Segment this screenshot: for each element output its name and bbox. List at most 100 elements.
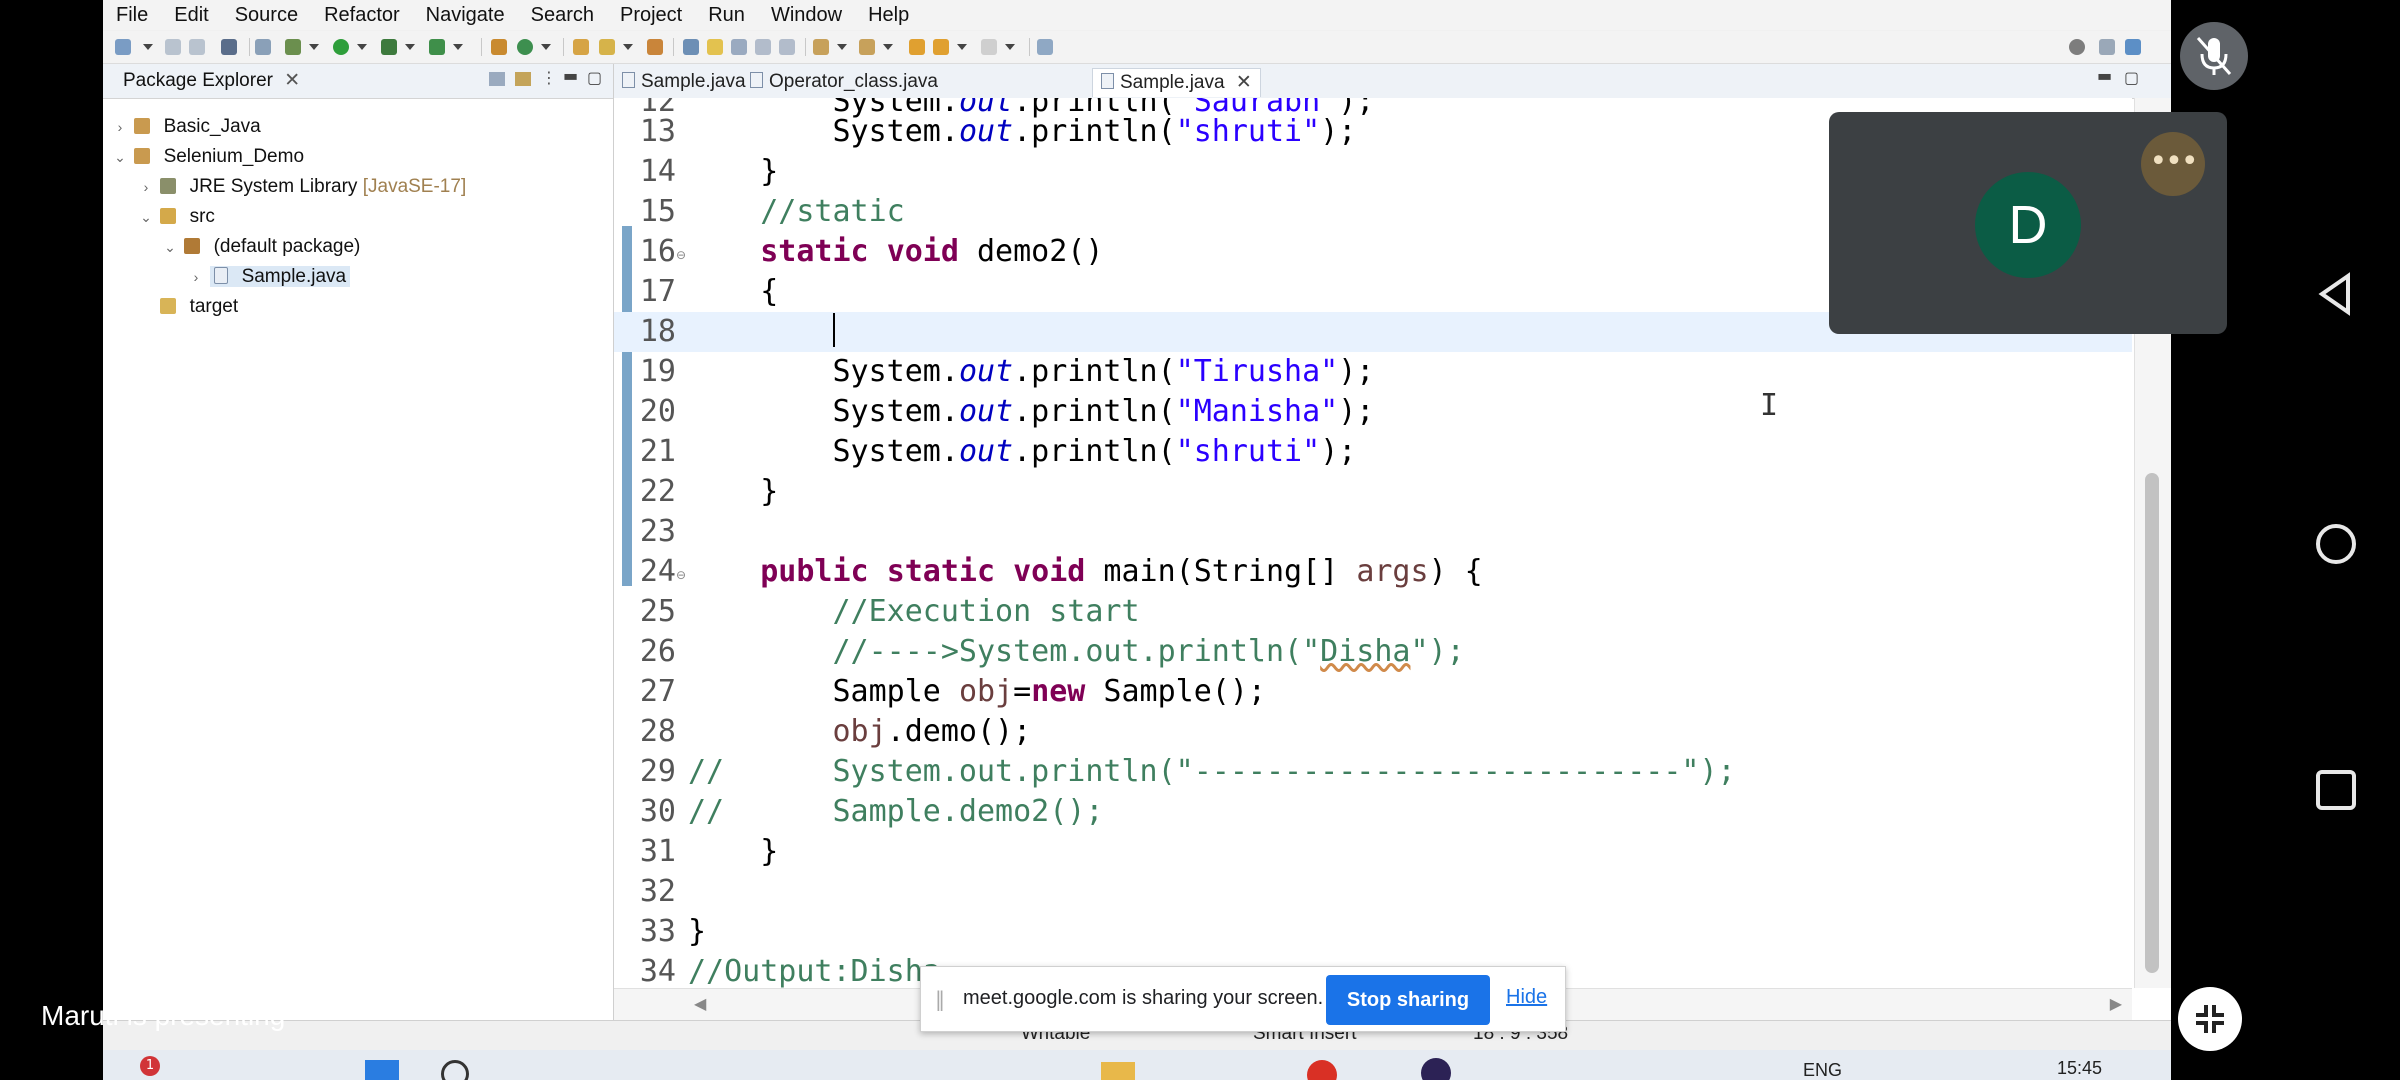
tree-item-selenium-demo[interactable]: ⌄ Selenium_Demo: [111, 142, 304, 172]
menu-help[interactable]: Help: [855, 0, 922, 30]
chevron-down-icon[interactable]: ⌄: [137, 202, 155, 232]
chevron-right-icon[interactable]: ›: [111, 112, 129, 142]
mic-muted-button[interactable]: [2180, 22, 2248, 90]
scroll-right-icon[interactable]: ▶: [2110, 994, 2122, 1013]
close-icon[interactable]: ✕: [1236, 72, 1252, 93]
tab-sample-java[interactable]: Sample.java: [614, 68, 754, 96]
file-explorer-icon[interactable]: [1101, 1062, 1135, 1080]
maximize-icon[interactable]: ▢: [2124, 68, 2139, 87]
chevron-down-icon[interactable]: [883, 44, 893, 50]
clock[interactable]: 15:45: [2057, 1058, 2102, 1079]
tree-item-jre-library[interactable]: › JRE System Library [JavaSE-17]: [137, 172, 467, 202]
breadcrumb-toggle-icon[interactable]: [683, 39, 699, 55]
line-number: 19: [639, 354, 676, 389]
run-icon[interactable]: [333, 39, 349, 55]
stop-sharing-button[interactable]: Stop sharing: [1326, 975, 1490, 1025]
chevron-down-icon[interactable]: [837, 44, 847, 50]
menu-window[interactable]: Window: [758, 0, 855, 30]
collapse-button[interactable]: [2178, 987, 2242, 1051]
chevron-right-icon[interactable]: ›: [187, 262, 205, 292]
skip-breakpoints-icon[interactable]: [255, 39, 271, 55]
chevron-down-icon[interactable]: [405, 44, 415, 50]
forward-icon[interactable]: [981, 39, 997, 55]
word-wrap-icon[interactable]: [755, 39, 771, 55]
chevron-right-icon[interactable]: ›: [137, 172, 155, 202]
coverage-icon[interactable]: [381, 39, 397, 55]
maximize-icon[interactable]: ▢: [587, 68, 602, 87]
next-annotation-icon[interactable]: [813, 39, 829, 55]
open-type-icon[interactable]: [573, 39, 589, 55]
menu-search[interactable]: Search: [518, 0, 607, 30]
chevron-down-icon[interactable]: [309, 44, 319, 50]
package-explorer-tab[interactable]: Package Explorer ✕ ⋮ ▬ ▢: [103, 64, 613, 99]
fold-icon[interactable]: ⊖: [676, 568, 686, 582]
external-tools-icon[interactable]: [429, 39, 445, 55]
save-all-icon[interactable]: [189, 39, 205, 55]
view-menu-icon[interactable]: ⋮: [541, 68, 557, 87]
minimize-icon[interactable]: ▬: [563, 66, 578, 85]
chevron-down-icon[interactable]: [1005, 44, 1015, 50]
recents-icon: [2316, 770, 2356, 810]
tree-item-target[interactable]: target: [137, 292, 238, 322]
recents-nav-button[interactable]: [2310, 764, 2362, 816]
mark-occurrences-icon[interactable]: [707, 39, 723, 55]
tree-item-default-package[interactable]: ⌄ (default package): [161, 232, 360, 262]
block-selection-icon[interactable]: [731, 39, 747, 55]
previous-annotation-icon[interactable]: [859, 39, 875, 55]
menu-refactor[interactable]: Refactor: [311, 0, 413, 30]
debug-icon[interactable]: [285, 39, 301, 55]
menu-file[interactable]: File: [103, 0, 161, 30]
menu-run[interactable]: Run: [695, 0, 758, 30]
java-perspective-icon[interactable]: [2125, 39, 2141, 55]
eclipse-icon[interactable]: [1421, 1058, 1451, 1080]
chevron-down-icon[interactable]: [453, 44, 463, 50]
more-options-button[interactable]: •••: [2141, 132, 2205, 196]
fold-icon[interactable]: ⊖: [676, 248, 686, 262]
tree-item-src[interactable]: ⌄ src: [137, 202, 215, 232]
menu-edit[interactable]: Edit: [161, 0, 221, 30]
chevron-down-icon[interactable]: [623, 44, 633, 50]
chrome-icon[interactable]: [1307, 1060, 1337, 1080]
save-icon[interactable]: [165, 39, 181, 55]
home-nav-button[interactable]: [2310, 518, 2362, 570]
chevron-down-icon[interactable]: [541, 44, 551, 50]
drag-handle-icon[interactable]: ‖: [935, 987, 945, 1011]
collapse-all-icon[interactable]: [489, 72, 505, 86]
chevron-down-icon[interactable]: [143, 44, 153, 50]
print-icon[interactable]: [221, 39, 237, 55]
link-with-editor-icon[interactable]: [515, 72, 531, 86]
quick-access-search-icon[interactable]: [2069, 39, 2085, 55]
language-indicator[interactable]: ENG: [1803, 1060, 1842, 1080]
minimize-icon[interactable]: ▬: [2097, 66, 2112, 85]
scrollbar-thumb[interactable]: [2145, 473, 2159, 973]
scroll-left-icon[interactable]: ◀: [694, 994, 706, 1013]
chevron-down-icon[interactable]: [957, 44, 967, 50]
open-perspective-icon[interactable]: [2099, 39, 2115, 55]
menu-navigate[interactable]: Navigate: [413, 0, 518, 30]
chevron-down-icon[interactable]: [357, 44, 367, 50]
back-nav-button[interactable]: [2310, 268, 2362, 320]
menu-project[interactable]: Project: [607, 0, 695, 30]
close-icon[interactable]: ✕: [284, 70, 300, 91]
pin-editor-icon[interactable]: [1037, 39, 1053, 55]
new-java-class-icon[interactable]: [517, 39, 533, 55]
back-icon[interactable]: [933, 39, 949, 55]
chevron-down-icon[interactable]: ⌄: [111, 142, 129, 172]
tree-item-sample-java[interactable]: › Sample.java: [187, 262, 351, 292]
hide-link[interactable]: Hide: [1506, 986, 1547, 1009]
chevron-down-icon[interactable]: ⌄: [161, 232, 179, 262]
search-tool-icon[interactable]: [647, 39, 663, 55]
tab-operator-class[interactable]: Operator_class.java: [742, 68, 946, 96]
new-icon[interactable]: [115, 39, 131, 55]
tab-sample-java-active[interactable]: Sample.java ✕: [1092, 68, 1261, 97]
participant-tile[interactable]: D •••: [1829, 112, 2227, 334]
start-icon[interactable]: [365, 1060, 399, 1080]
menu-source[interactable]: Source: [222, 0, 311, 30]
show-whitespace-icon[interactable]: [779, 39, 795, 55]
last-edit-location-icon[interactable]: [909, 39, 925, 55]
package-explorer-title: Package Explorer: [123, 70, 273, 91]
new-java-package-icon[interactable]: [491, 39, 507, 55]
tree-item-basic-java[interactable]: › Basic_Java: [111, 112, 261, 142]
open-task-icon[interactable]: [599, 39, 615, 55]
search-icon[interactable]: [441, 1060, 469, 1080]
